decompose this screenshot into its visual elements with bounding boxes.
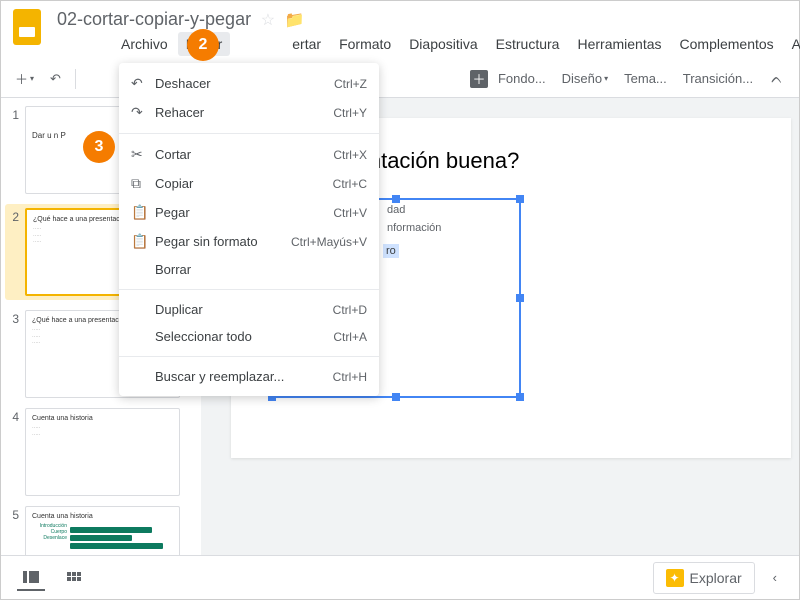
slide-thumb-4[interactable]: Cuenta una historia ·········· [25,408,180,496]
diseno-button[interactable]: Diseño▾ [556,67,614,90]
menu-formato[interactable]: Formato [331,32,399,56]
resize-handle[interactable] [516,393,524,401]
slide-number: 1 [5,106,25,194]
callout-3: 3 [83,131,115,163]
menu-estructura[interactable]: Estructura [488,32,568,56]
fondo-button[interactable]: Fondo... [492,67,552,90]
add-box-button[interactable]: ＋ [470,70,488,88]
expand-sidepanel-icon[interactable]: ‹ [767,564,783,591]
menu-complementos[interactable]: Complementos [672,32,782,56]
menu-herramientas[interactable]: Herramientas [569,32,669,56]
menu-item-pegar-sin-formato[interactable]: 📋Pegar sin formatoCtrl+Mayús+V [119,227,379,256]
menu-archivo[interactable]: Archivo [113,32,176,56]
slide-number: 3 [5,310,25,398]
tema-button[interactable]: Tema... [618,67,673,90]
slides-logo[interactable] [13,9,49,45]
resize-handle[interactable] [516,195,524,203]
new-slide-button[interactable]: ＋ ▾ [9,65,40,92]
menu-item-buscar-y-reemplazar-[interactable]: Buscar y reemplazar...Ctrl+H [119,363,379,390]
textbox-line: nformación [383,218,519,238]
menu-item-copiar[interactable]: ⧉CopiarCtrl+C [119,169,379,198]
menu-item-deshacer[interactable]: ↶DeshacerCtrl+Z [119,69,379,98]
explore-button[interactable]: ✦ Explorar [653,562,755,594]
resize-handle[interactable] [516,294,524,302]
menu-item-seleccionar-todo[interactable]: Seleccionar todoCtrl+A [119,323,379,350]
explore-icon: ✦ [666,569,684,587]
menu-item-pegar[interactable]: 📋PegarCtrl+V [119,198,379,227]
menubar: Archivo Editar ertar Formato Diapositiva… [57,30,800,60]
collapse-toolbar-icon[interactable]: ᨈ [763,66,791,91]
callout-2: 2 [187,29,219,61]
menu-ayuda[interactable]: Ayuda [784,32,800,56]
undo-button[interactable]: ↶ [44,67,67,91]
bottom-bar: ✦ Explorar ‹ [1,555,799,599]
menu-item-duplicar[interactable]: DuplicarCtrl+D [119,296,379,323]
doc-title[interactable]: 02-cortar-copiar-y-pegar [57,9,251,30]
resize-handle[interactable] [392,393,400,401]
slide-number: 2 [5,208,25,296]
resize-handle[interactable] [392,195,400,203]
star-icon[interactable]: ☆ [261,10,275,30]
menu-insertar[interactable]: ertar [284,32,329,56]
grid-view-icon[interactable] [61,566,87,590]
menu-item-rehacer[interactable]: ↷RehacerCtrl+Y [119,98,379,127]
transicion-button[interactable]: Transición... [677,67,759,90]
textbox-line: dad [383,200,519,220]
menu-item-cortar[interactable]: ✂CortarCtrl+X [119,140,379,169]
filmstrip-view-icon[interactable] [17,565,45,591]
menu-diapositiva[interactable]: Diapositiva [401,32,485,56]
edit-dropdown: ↶DeshacerCtrl+Z↷RehacerCtrl+Y ✂CortarCtrl… [119,63,379,396]
menu-item-borrar[interactable]: Borrar [119,256,379,283]
folder-icon[interactable]: 📁 [285,10,305,30]
slide-number: 4 [5,408,25,496]
textbox-highlight: ro [383,244,399,258]
